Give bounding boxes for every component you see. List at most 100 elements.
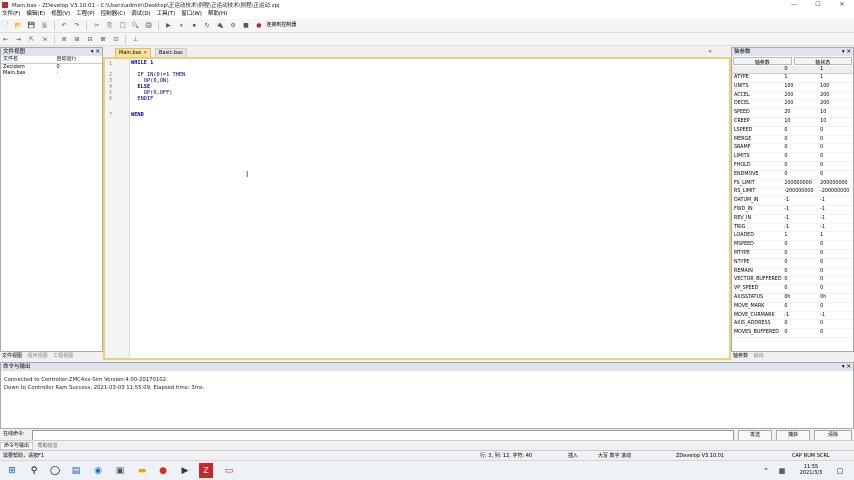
- axis-param-value[interactable]: -200000000: [782, 188, 818, 196]
- axis-param-row[interactable]: AXIS_ADDRESS 0 0: [732, 320, 853, 330]
- axis-param-value[interactable]: 0: [782, 127, 818, 135]
- column-filename[interactable]: 文件名: [1, 56, 54, 63]
- axis-param-row[interactable]: LOADED 1 1: [732, 232, 853, 242]
- minimize-button[interactable]: —: [782, 0, 806, 10]
- axis-param-value[interactable]: 0: [782, 136, 818, 144]
- axis-param-row[interactable]: UNITS 100 100: [732, 83, 853, 92]
- menu-window[interactable]: 窗口(W): [179, 10, 204, 19]
- axis-param-row[interactable]: MTYPE 0 0: [732, 250, 853, 259]
- close-button[interactable]: ✕: [830, 0, 854, 10]
- axis-param-value[interactable]: 200: [782, 100, 818, 108]
- save-icon[interactable]: 💾: [27, 21, 36, 30]
- panel-pin-icon[interactable]: ▾ ✕: [91, 48, 100, 56]
- axis-param-value[interactable]: 200000000: [818, 180, 853, 188]
- axis-param-row[interactable]: VP_SPEED 0 0: [732, 285, 853, 294]
- record-icon[interactable]: ●: [254, 21, 263, 30]
- code-editor[interactable]: 1 2 3 4 5 6 7 WHILE 1 IF IN(0)=1 THEN OP…: [103, 57, 731, 360]
- paste-icon[interactable]: 📋: [118, 21, 127, 30]
- folder-app-icon[interactable]: ▤: [70, 465, 82, 477]
- close-editor-icon[interactable]: ✕: [705, 48, 715, 57]
- tab-axis-param-bottom[interactable]: 轴参数: [731, 353, 750, 359]
- panel-pin-icon[interactable]: ▾ ✕: [842, 363, 851, 371]
- menu-controller[interactable]: 控制器(C): [99, 10, 128, 19]
- axis-param-value[interactable]: -1: [818, 215, 853, 223]
- print-icon[interactable]: 🖨: [144, 21, 153, 30]
- axis-param-value[interactable]: 0: [782, 259, 818, 267]
- axis-param-value[interactable]: -1: [818, 312, 853, 320]
- axis-param-value[interactable]: 200: [782, 92, 818, 100]
- connect-controller-button[interactable]: 连接到控制器: [266, 22, 296, 28]
- axis-param-value[interactable]: 0: [818, 285, 853, 293]
- axis-param-value[interactable]: 0: [818, 162, 853, 170]
- cut-icon[interactable]: ✂: [92, 21, 101, 30]
- copy-icon[interactable]: ⎘: [105, 21, 114, 30]
- restart-icon[interactable]: ↻: [203, 21, 212, 30]
- axis-param-value[interactable]: 1: [818, 232, 853, 240]
- axis-param-value[interactable]: -1: [782, 215, 818, 223]
- menu-help[interactable]: 帮助(H): [206, 10, 229, 19]
- axis-param-row[interactable]: AXISSTATUS 0h 0h: [732, 294, 853, 303]
- axis-param-value[interactable]: 10: [782, 118, 818, 126]
- axis-param-row[interactable]: MOVE_MARK 0 0: [732, 303, 853, 312]
- axis-param-value[interactable]: 1: [782, 232, 818, 240]
- axis-param-value[interactable]: 0: [782, 241, 818, 249]
- axis-param-row[interactable]: MSPEED 0 0: [732, 241, 853, 250]
- stop-icon[interactable]: ⏹: [190, 21, 199, 30]
- axis-param-value[interactable]: 0: [782, 171, 818, 179]
- axis-param-value[interactable]: 0: [782, 268, 818, 276]
- axis-param-value[interactable]: 1: [818, 74, 853, 82]
- axis-param-value[interactable]: 0: [818, 127, 853, 135]
- axis-param-value[interactable]: 200: [818, 92, 853, 100]
- bookmark-icon[interactable]: ⊞: [73, 35, 82, 44]
- axis-param-value[interactable]: -1: [782, 312, 818, 320]
- axis-param-row[interactable]: MOVE_CURMARK -1 -1: [732, 312, 853, 321]
- connect-icon[interactable]: 🔌: [216, 21, 225, 30]
- axis-param-value[interactable]: 100: [818, 83, 853, 91]
- axis-param-row[interactable]: REV_IN -1 -1: [732, 215, 853, 224]
- axis-param-row[interactable]: ENDMOVE 0 0: [732, 171, 853, 180]
- redo-icon[interactable]: ↷: [73, 21, 82, 30]
- axis-param-value[interactable]: 0: [782, 285, 818, 293]
- axis-param-value[interactable]: 0: [782, 153, 818, 161]
- axis-param-value[interactable]: 0: [818, 259, 853, 267]
- axis-param-value[interactable]: 0: [818, 268, 853, 276]
- axis-param-row[interactable]: RS_LIMIT -200000000 -200000000: [732, 188, 853, 198]
- axis-param-value[interactable]: 0: [782, 329, 818, 337]
- tab-axis-status[interactable]: 轴状态: [793, 57, 852, 66]
- task-view-icon[interactable]: ◯: [49, 465, 61, 477]
- axis-param-value[interactable]: 0: [818, 303, 853, 311]
- axis-param-row[interactable]: ATYPE 1 1: [732, 74, 853, 83]
- axis-param-value[interactable]: 0: [782, 250, 818, 258]
- app-taskbar-icon[interactable]: ▭: [222, 465, 236, 477]
- axis-param-row[interactable]: FHOLD 0 0: [732, 162, 853, 171]
- tab-project-view[interactable]: 工程视图: [51, 353, 75, 359]
- menu-edit[interactable]: 编辑(E): [24, 10, 47, 19]
- run-icon[interactable]: ▶: [164, 21, 173, 30]
- menu-project[interactable]: 工程(P): [74, 10, 97, 19]
- comment-icon[interactable]: ⇱: [27, 35, 36, 44]
- find-icon[interactable]: 🔍: [131, 21, 140, 30]
- maximize-button[interactable]: ☐: [806, 0, 830, 10]
- axis-param-row[interactable]: ACCEL 200 200: [732, 92, 853, 101]
- axis-param-value[interactable]: 10: [818, 118, 853, 126]
- column-autorun[interactable]: 自动运行: [54, 56, 102, 63]
- system-tray-icon[interactable]: ⌃: [760, 465, 772, 477]
- settings-icon[interactable]: ⚙: [229, 21, 238, 30]
- axis-param-row[interactable]: TRIG -1 -1: [732, 224, 853, 233]
- tab-program-view[interactable]: 程序视图: [26, 353, 50, 359]
- axis-param-value[interactable]: 100: [782, 83, 818, 91]
- menu-view[interactable]: 视图(V): [49, 10, 72, 19]
- axis-param-value[interactable]: 0h: [818, 294, 853, 302]
- clock[interactable]: 11:55 2021/3/3: [796, 464, 826, 476]
- menu-file[interactable]: 文件(F): [0, 10, 22, 19]
- axis-param-value[interactable]: -1: [818, 197, 853, 205]
- axis-param-value[interactable]: 200000000: [782, 180, 818, 188]
- axis-param-value[interactable]: 0h: [782, 294, 818, 302]
- axis-param-value[interactable]: -1: [818, 224, 853, 232]
- bookmark-next-icon[interactable]: ⊠: [98, 35, 107, 44]
- axis-param-value[interactable]: -1: [782, 224, 818, 232]
- axis-param-row[interactable]: LIMITS 0 0: [732, 153, 853, 162]
- axis-param-value[interactable]: 0: [782, 303, 818, 311]
- axis-param-value[interactable]: 0: [818, 171, 853, 179]
- new-file-icon[interactable]: 📄: [1, 21, 10, 30]
